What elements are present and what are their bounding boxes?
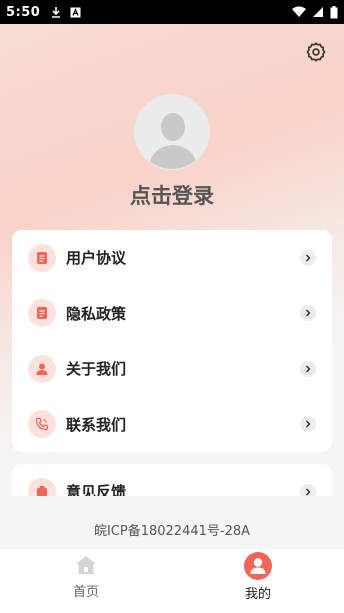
gear-icon[interactable] xyxy=(305,41,327,63)
document-icon xyxy=(28,299,56,328)
font-a-icon xyxy=(70,7,81,17)
chevron-right-icon xyxy=(300,305,316,322)
menu-item-about-us[interactable]: 关于我们 xyxy=(12,341,332,397)
status-bar: 5:50 xyxy=(0,0,344,24)
login-label[interactable]: 点击登录 xyxy=(0,180,344,210)
menu-item-label: 关于我们 xyxy=(66,360,127,379)
menu-item-user-agreement[interactable]: 用户协议 xyxy=(12,230,332,286)
default-avatar-icon xyxy=(149,113,197,169)
home-icon xyxy=(76,556,96,574)
document-icon xyxy=(28,243,56,272)
chevron-right-icon xyxy=(300,249,316,266)
menu-item-label: 用户协议 xyxy=(66,249,127,268)
status-time: 5:50 xyxy=(6,4,41,20)
wifi-icon xyxy=(292,6,306,17)
person-icon xyxy=(28,354,56,383)
icp-license-text: 皖ICP备18022441号-28A xyxy=(93,524,251,539)
menu-item-label: 隐私政策 xyxy=(66,304,127,323)
chevron-right-icon xyxy=(300,360,316,377)
menu-item-privacy-policy[interactable]: 隐私政策 xyxy=(12,286,332,342)
tab-home[interactable]: 首页 xyxy=(0,549,172,613)
tab-mine[interactable]: 我的 xyxy=(172,549,344,613)
phone-icon xyxy=(28,410,56,439)
download-icon xyxy=(52,7,61,18)
menu-item-contact-us[interactable]: 联系我们 xyxy=(12,397,332,453)
battery-icon xyxy=(330,5,338,18)
tab-label: 首页 xyxy=(72,585,99,600)
bottom-tab-bar: 首页 我的 xyxy=(0,549,344,613)
menu-card: 用户协议 隐私政策 关于我们 联系我们 xyxy=(12,230,332,452)
profile-screen: 点击登录 用户协议 隐私政策 关于我们 联系我们 意见反馈 皖ICP备18022… xyxy=(0,24,344,613)
menu-item-label: 联系我们 xyxy=(66,415,127,434)
user-icon xyxy=(244,552,272,580)
avatar[interactable] xyxy=(134,94,210,170)
tab-label: 我的 xyxy=(244,587,271,602)
chevron-right-icon xyxy=(300,416,316,433)
signal-icon xyxy=(313,7,323,17)
